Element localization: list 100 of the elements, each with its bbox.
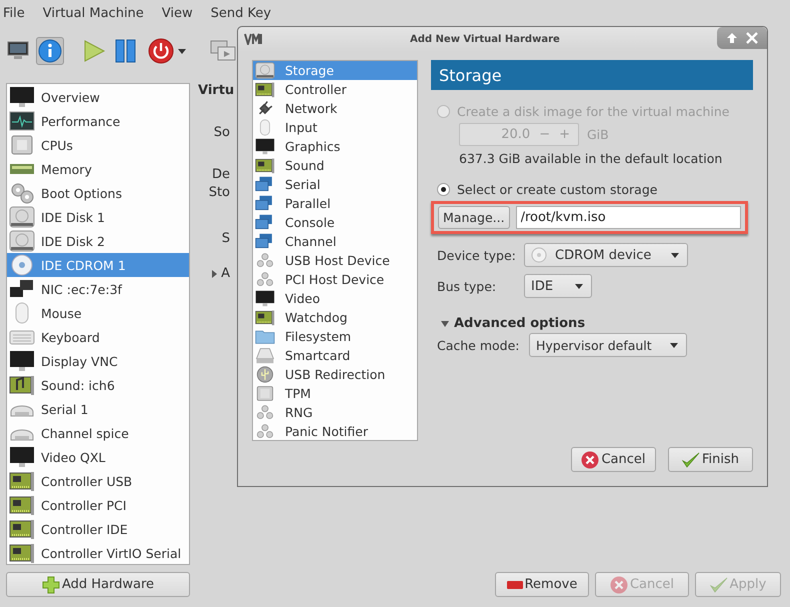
disc-icon [531,247,547,263]
label-fragment: A [221,266,230,281]
caret-icon [670,342,678,348]
info-icon [38,39,62,64]
menu-item[interactable]: Virtual Machine [42,6,144,22]
checkmark-icon [710,576,728,592]
device-type-item[interactable]: Video [253,289,417,308]
hardware-list-item[interactable]: Mouse [7,301,189,325]
windows-icon [255,214,275,231]
folder-icon [255,328,275,345]
bus-type-dropdown[interactable]: IDE [524,274,592,298]
windows-icon [255,195,275,212]
power-icon[interactable] [148,38,174,64]
gears-icon [9,182,35,204]
app-logo-icon [244,33,264,45]
unit-label: GiB [587,127,609,142]
device-type-item[interactable]: Graphics [253,137,417,156]
monitor-icon [9,86,35,108]
hardware-list-item[interactable]: Display VNC [7,349,189,373]
device-type-item[interactable]: TPM [253,384,417,403]
hardware-list-item[interactable]: Overview [7,85,189,109]
device-type-dropdown[interactable]: CDROM device [524,243,688,267]
device-type-item[interactable]: Channel [253,232,417,251]
hardware-list-item[interactable]: Controller IDE [7,517,189,541]
radio-button[interactable] [437,183,450,196]
dialog-button[interactable]: Cancel [571,447,656,472]
checkmark-icon [682,452,700,468]
device-type-item[interactable]: Controller [253,80,417,99]
device-type-item[interactable]: USB Redirection [253,365,417,384]
monitor-icon [255,290,275,307]
hardware-list-item[interactable]: IDE Disk 1 [7,205,189,229]
minus-icon [506,580,523,588]
hardware-list-item[interactable]: Sound: ich6 [7,373,189,397]
device-type-item[interactable]: PCI Host Device [253,270,417,289]
hardware-list-item[interactable]: IDE Disk 2 [7,229,189,253]
hardware-list-item[interactable]: Channel spice [7,421,189,445]
device-type-item[interactable]: Input [253,118,417,137]
hardware-list-item[interactable]: NIC :ec:7e:3f [7,277,189,301]
device-type-item[interactable]: Filesystem [253,327,417,346]
device-type-item[interactable]: Parallel [253,194,417,213]
expansion-card-icon [9,470,35,492]
hardware-list-item[interactable]: Controller VirtIO Serial [7,541,189,565]
hardware-list-item[interactable]: Controller PCI [7,493,189,517]
monitor-icon [9,350,35,372]
hardware-list-item[interactable]: Video QXL [7,445,189,469]
pause-icon[interactable] [114,39,138,64]
device-type-item[interactable]: Watchdog [253,308,417,327]
device-type-item[interactable]: Sound [253,156,417,175]
plus-icon [42,576,60,594]
monitor-icon [255,138,275,155]
label-fragment: Sto [208,185,230,200]
hardware-list-item[interactable]: Controller USB [7,469,189,493]
menu-item[interactable]: File [3,6,25,22]
label-fragment: So [214,125,230,140]
cache-mode-dropdown[interactable]: Hypervisor default [529,333,687,357]
available-space-text: 637.3 GiB available in the default location [459,151,724,166]
caret-icon [575,284,583,288]
footer-button[interactable]: Remove [495,572,589,597]
device-type-item[interactable]: RNG [253,403,417,422]
hardware-list-item[interactable]: Boot Options [7,181,189,205]
label-fragment: Virtu [198,83,234,98]
toolbar-button[interactable] [36,37,64,66]
usb-icon [255,366,275,383]
label-fragment: S [222,231,230,246]
menu-item[interactable]: Send Key [210,6,272,22]
expansion-card-icon [9,494,35,516]
manage-button[interactable]: Manage... [438,206,510,229]
card-reader-icon [255,347,275,364]
screens-icon[interactable] [210,40,236,62]
dropdown-caret-icon [178,48,186,54]
expander-arrow-icon [441,320,449,328]
device-type-item[interactable]: Smartcard [253,346,417,365]
activity-monitor-icon [9,110,35,132]
gears-icon [255,271,275,288]
device-type-item[interactable]: Console [253,213,417,232]
close-icon[interactable] [746,32,758,44]
up-arrow-icon[interactable] [726,32,738,44]
hardware-list-item[interactable]: Performance [7,109,189,133]
device-type-item[interactable]: Panic Notifier [253,422,417,441]
hardware-list-item[interactable]: Serial 1 [7,397,189,421]
hardware-list-item[interactable]: CPUs [7,133,189,157]
expander-arrow-icon [212,270,218,278]
section-header: Storage [431,60,753,90]
hardware-list-item[interactable]: Keyboard [7,325,189,349]
expansion-card-icon [255,157,275,174]
path-field[interactable]: /root/kvm.iso [516,206,741,229]
device-type-item[interactable]: Serial [253,175,417,194]
label-fragment: De [212,167,230,182]
field-label: Bus type: [437,278,498,294]
advanced-options-expander[interactable]: Advanced options [431,316,753,331]
dialog-button[interactable]: Finish [668,447,753,472]
disc-icon [9,254,35,276]
add-hardware-button[interactable]: Add Hardware [6,572,190,597]
device-type-item[interactable]: Network [253,99,417,118]
gears-icon [255,423,275,440]
device-type-item[interactable]: USB Host Device [253,251,417,270]
monitor-icon [7,41,29,62]
windows-icon [255,176,275,193]
hardware-list-item[interactable]: Memory [7,157,189,181]
menu-item[interactable]: View [162,6,193,22]
